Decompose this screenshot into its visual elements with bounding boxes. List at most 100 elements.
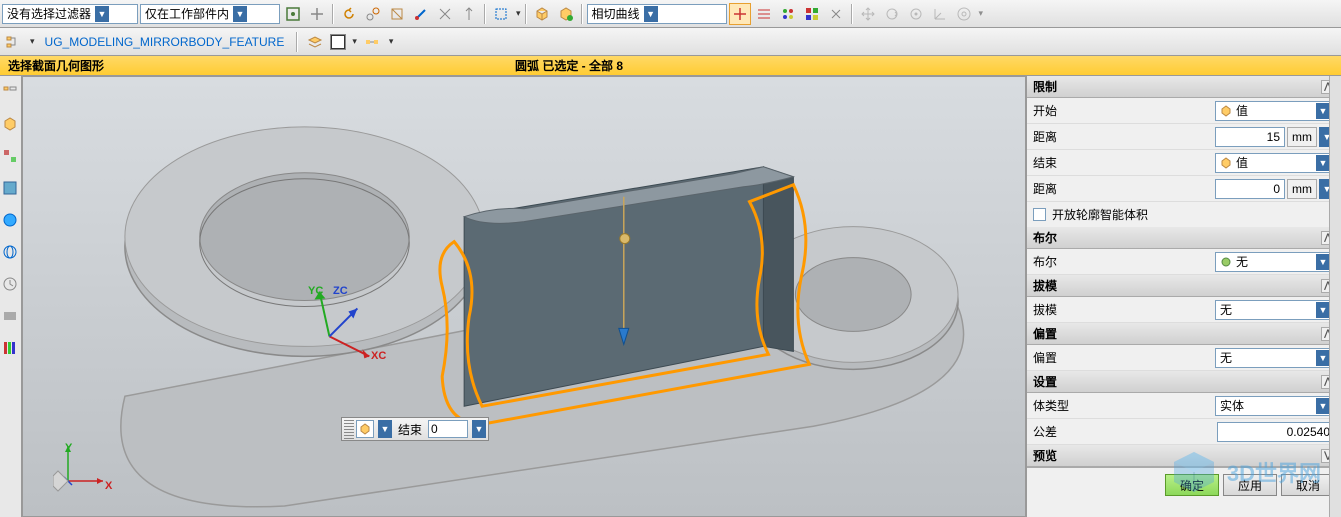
csys-icon[interactable] — [929, 3, 951, 25]
end-distance-field[interactable] — [1215, 179, 1285, 199]
feature-tree-icon[interactable] — [2, 31, 24, 53]
roles-tab[interactable] — [0, 304, 20, 328]
toolbar-icon-5[interactable] — [386, 3, 408, 25]
cube-icon[interactable] — [531, 3, 553, 25]
end-row: 结束 值 ▼ — [1027, 150, 1341, 176]
boolean-value: 无 — [1236, 253, 1248, 270]
unit-label: mm — [1287, 127, 1317, 147]
draft-value: 无 — [1220, 301, 1232, 318]
rotate-icon[interactable] — [881, 3, 903, 25]
section-title: 限制 — [1033, 78, 1057, 95]
end-mode-select[interactable]: 值 ▼ — [1215, 153, 1335, 173]
on-canvas-input[interactable]: ▼ 结束 ▼ — [341, 417, 489, 441]
value-mode-icon[interactable] — [356, 420, 374, 438]
chain-icon[interactable] — [777, 3, 799, 25]
hd3d-tab[interactable] — [0, 208, 20, 232]
offset-section-header[interactable]: 偏置 ⋀ — [1027, 323, 1341, 345]
boolean-section-header[interactable]: 布尔 ⋀ — [1027, 227, 1341, 249]
on-canvas-value-field[interactable] — [428, 420, 468, 438]
none-icon — [1220, 256, 1232, 268]
boolean-row: 布尔 无 ▼ — [1027, 249, 1341, 275]
dropdown-arrow-icon[interactable]: ▾ — [979, 8, 984, 19]
reuse-library-tab[interactable] — [0, 176, 20, 200]
tolerance-row: 公差 — [1027, 419, 1341, 445]
cancel-button[interactable]: 取消 — [1281, 474, 1335, 496]
palette-tab[interactable] — [0, 336, 20, 360]
constraint-icon[interactable] — [953, 3, 975, 25]
tolerance-field[interactable] — [1217, 422, 1335, 442]
selection-filter-dropdown[interactable]: 没有选择过滤器 ▼ — [2, 4, 138, 24]
open-profile-checkbox[interactable] — [1033, 208, 1046, 221]
chevron-down-icon[interactable]: ▼ — [378, 420, 392, 438]
draft-section-header[interactable]: 拔模 ⋀ — [1027, 275, 1341, 297]
stop-at-intersection-icon[interactable] — [729, 3, 751, 25]
boolean-select[interactable]: 无 ▼ — [1215, 252, 1335, 272]
browser-tab[interactable] — [0, 240, 20, 264]
undo-icon[interactable] — [338, 3, 360, 25]
feature-name-label: UG_MODELING_MIRRORBODY_FEATURE — [39, 35, 291, 49]
toolbar-separator — [296, 32, 298, 52]
region-icon[interactable] — [801, 3, 823, 25]
start-mode-select[interactable]: 值 ▼ — [1215, 101, 1335, 121]
scope-dropdown[interactable]: 仅在工作部件内 ▼ — [140, 4, 280, 24]
ok-button[interactable]: 确定 — [1165, 474, 1219, 496]
toolbar-icon-4[interactable] — [362, 3, 384, 25]
status-bar: 选择截面几何图形 圆弧 已选定 - 全部 8 — [0, 56, 1341, 76]
chevron-down-icon: ▼ — [95, 6, 109, 22]
color-picker[interactable] — [330, 34, 346, 50]
history-tab[interactable] — [0, 272, 20, 296]
right-dock-strip[interactable] — [1329, 76, 1341, 517]
toolbar-separator — [525, 4, 527, 24]
chevron-down-icon: ▼ — [233, 6, 247, 22]
toolbar-icon-1[interactable] — [282, 3, 304, 25]
y-axis-label: Y — [65, 442, 72, 454]
group-icon[interactable] — [361, 31, 383, 53]
section-title: 偏置 — [1033, 325, 1057, 342]
apply-button[interactable]: 应用 — [1223, 474, 1277, 496]
cube-add-icon[interactable] — [555, 3, 577, 25]
move-icon[interactable] — [857, 3, 879, 25]
follow-fillet-icon[interactable] — [753, 3, 775, 25]
dropdown-arrow-icon[interactable]: ▾ — [30, 36, 35, 47]
dropdown-arrow-icon[interactable]: ▾ — [389, 36, 394, 47]
body-type-select[interactable]: 实体 ▼ — [1215, 396, 1335, 416]
toolbar-separator — [581, 4, 583, 24]
point-icon[interactable] — [905, 3, 927, 25]
offset-value: 无 — [1220, 349, 1232, 366]
selection-box-icon[interactable] — [490, 3, 512, 25]
chevron-down-icon: ▼ — [1316, 103, 1330, 119]
tolerance-label: 公差 — [1033, 423, 1093, 440]
chevron-down-icon: ▼ — [1316, 350, 1330, 366]
settings-section-header[interactable]: 设置 ⋀ — [1027, 371, 1341, 393]
toolbar-icon-7[interactable] — [434, 3, 456, 25]
dropdown-arrow-icon[interactable]: ▾ — [516, 8, 521, 19]
section-title: 设置 — [1033, 373, 1057, 390]
main-area: XC YC ZC X Y ▼ 结束 ▼ 限制 ⋀ 开始 — [0, 76, 1341, 517]
part-navigator-tab[interactable] — [0, 80, 20, 104]
distance1-row: 距离 mm ▼ — [1027, 124, 1341, 150]
toolbar-icon-8[interactable] — [458, 3, 480, 25]
dropdown-arrow-icon[interactable]: ▾ — [352, 36, 357, 47]
toolbar-icon-2[interactable] — [306, 3, 328, 25]
start-distance-field[interactable] — [1215, 127, 1285, 147]
body-type-label: 体类型 — [1033, 397, 1093, 414]
toolbar-icon-6[interactable] — [410, 3, 432, 25]
draft-select[interactable]: 无 ▼ — [1215, 300, 1335, 320]
graphics-viewport[interactable]: XC YC ZC X Y ▼ 结束 ▼ — [22, 76, 1026, 517]
chevron-down-icon[interactable]: ▼ — [472, 420, 486, 438]
layer-icon[interactable] — [304, 31, 326, 53]
start-label: 开始 — [1033, 102, 1093, 119]
drag-grip-icon[interactable] — [344, 419, 354, 439]
x-axis-label: X — [105, 480, 112, 492]
offset-select[interactable]: 无 ▼ — [1215, 348, 1335, 368]
preview-section-header[interactable]: 预览 ⋁ — [1027, 445, 1341, 467]
toggle-icon[interactable] — [825, 3, 847, 25]
chevron-down-icon: ▼ — [1316, 398, 1330, 414]
constraint-navigator-tab[interactable] — [0, 144, 20, 168]
distance-label: 距离 — [1033, 180, 1093, 197]
chevron-down-icon: ▼ — [1316, 254, 1330, 270]
limits-section-header[interactable]: 限制 ⋀ — [1027, 76, 1341, 98]
assembly-navigator-tab[interactable] — [0, 112, 20, 136]
section-title: 预览 — [1033, 447, 1057, 464]
curve-rule-dropdown[interactable]: 相切曲线 ▼ — [587, 4, 727, 24]
